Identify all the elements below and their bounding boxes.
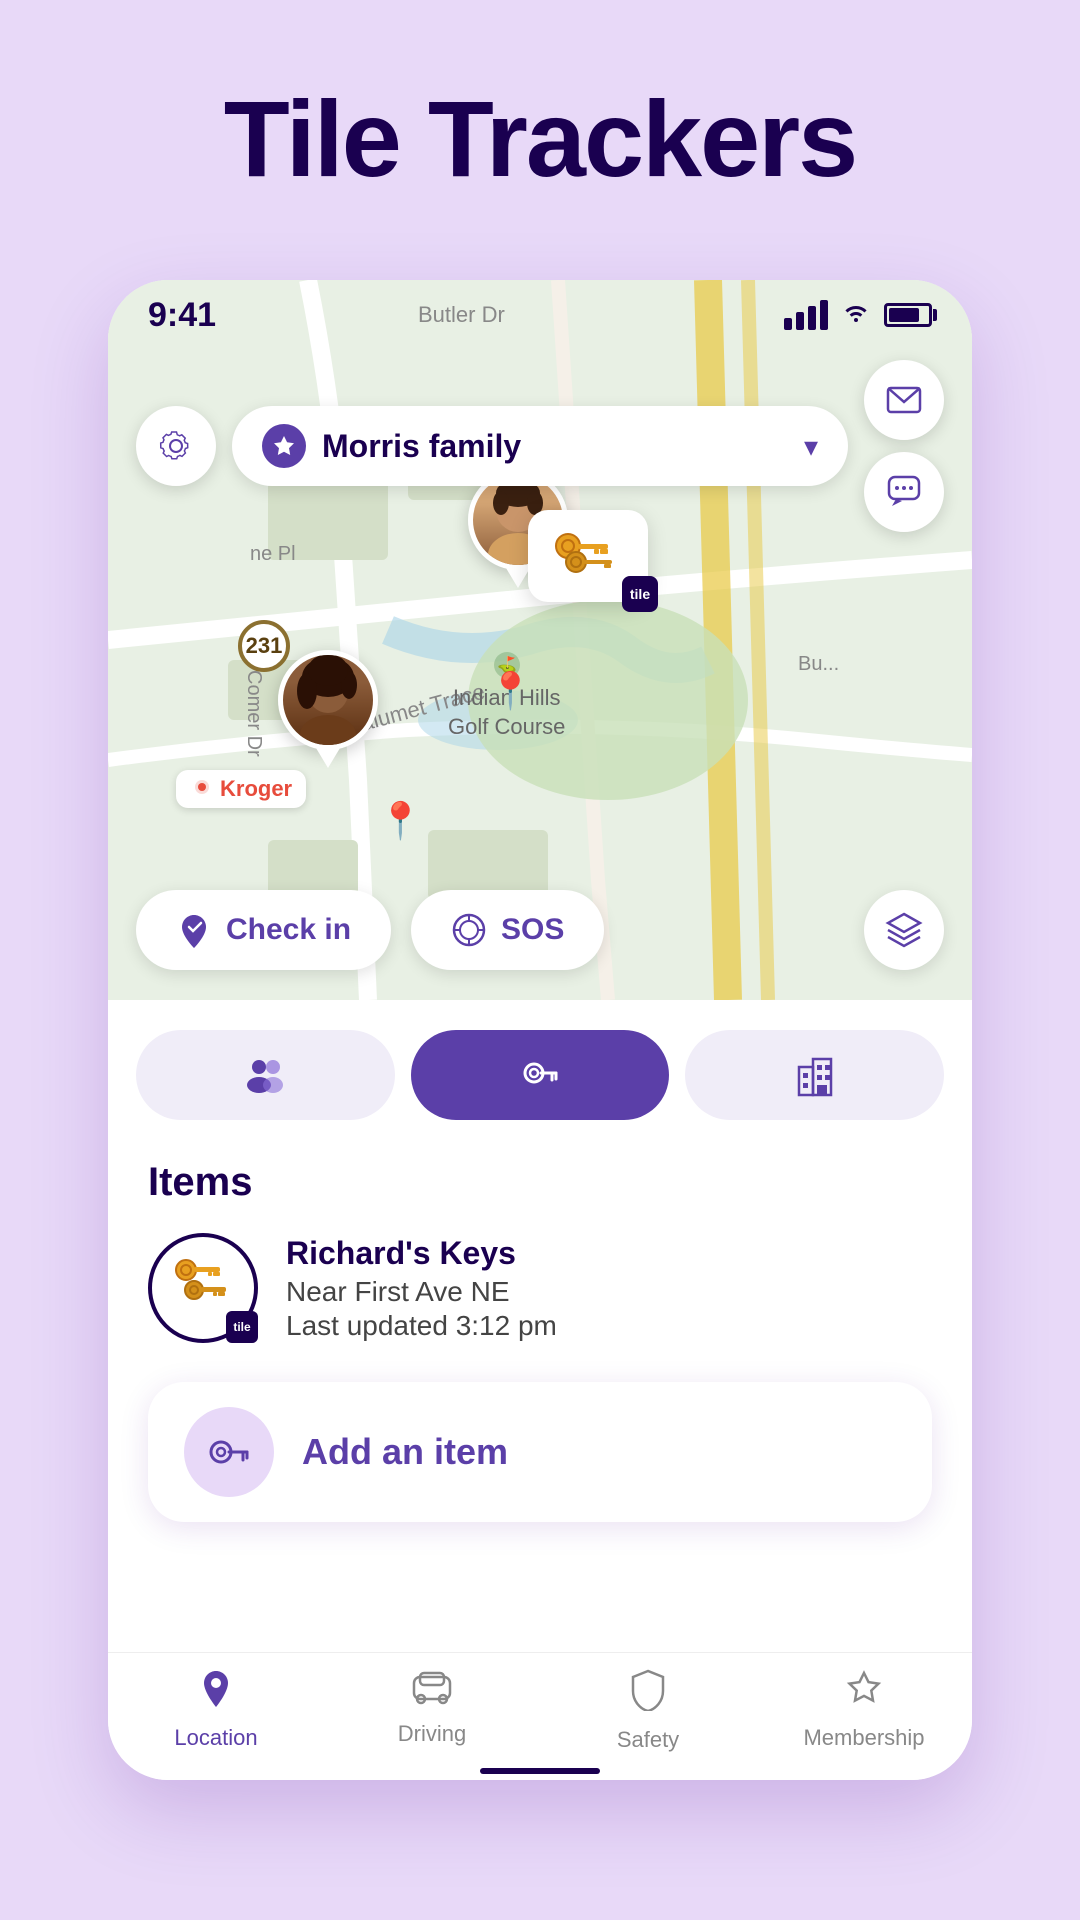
location-nav-icon (198, 1669, 234, 1719)
tile-badge: tile (622, 576, 658, 612)
building-icon (793, 1053, 837, 1097)
membership-nav-icon (844, 1669, 884, 1719)
bottom-panel: Items (108, 1000, 972, 1650)
places-tab[interactable] (685, 1030, 944, 1120)
map-area[interactable]: Butler Dr Calumet Trace Comer Dr ne Pl n… (108, 280, 972, 1000)
top-nav: Morris family ▾ (108, 360, 972, 532)
people-tab[interactable] (136, 1030, 395, 1120)
checkin-button[interactable]: Check in (136, 890, 391, 970)
mail-button[interactable] (864, 360, 944, 440)
battery-icon (884, 303, 932, 327)
kroger-marker: Kroger (176, 770, 306, 808)
item-tile-badge: tile (226, 1311, 258, 1343)
map-bottom-buttons: Check in SOS (108, 890, 972, 970)
add-item-key-icon (203, 1426, 255, 1478)
chat-icon (886, 474, 922, 510)
settings-button[interactable] (136, 406, 216, 486)
item-last-updated: Last updated 3:12 pm (286, 1310, 557, 1342)
status-icons (784, 299, 932, 331)
location-pin-2: 📍 (378, 800, 423, 842)
location-nav-label: Location (174, 1725, 257, 1751)
wifi-icon (840, 299, 872, 331)
svg-text:Comer Dr: Comer Dr (243, 670, 265, 757)
family-name-label: Morris family (322, 428, 788, 465)
item-info: Richard's Keys Near First Ave NE Last up… (286, 1235, 557, 1342)
safety-nav-icon (629, 1669, 667, 1721)
table-row[interactable]: tile Richard's Keys Near First Ave NE La… (148, 1233, 932, 1343)
chat-button[interactable] (864, 452, 944, 532)
people-icon (243, 1053, 287, 1097)
item-location: Near First Ave NE (286, 1276, 557, 1308)
driving-nav-label: Driving (398, 1721, 466, 1747)
status-bar: 9:41 (108, 280, 972, 350)
mail-icon (886, 386, 922, 414)
checkin-icon (176, 912, 212, 948)
key-icon-active (518, 1053, 562, 1097)
add-item-icon-wrapper (184, 1407, 274, 1497)
item-name: Richard's Keys (286, 1235, 557, 1272)
driving-nav-icon (410, 1669, 454, 1715)
page-title: Tile Trackers (0, 0, 1080, 199)
right-nav-buttons (864, 360, 944, 532)
status-time: 9:41 (148, 296, 216, 335)
keys-icon (548, 526, 628, 586)
add-item-card[interactable]: Add an item (148, 1382, 932, 1522)
phone-frame: Butler Dr Calumet Trace Comer Dr ne Pl n… (108, 280, 972, 1780)
add-item-label: Add an item (302, 1431, 508, 1473)
safety-nav-label: Safety (617, 1727, 679, 1753)
sos-button[interactable]: SOS (411, 890, 604, 970)
item-icon-wrapper: tile (148, 1233, 258, 1343)
bottom-nav-bar: Location Driving Safety (108, 1652, 972, 1780)
nav-indicator (480, 1768, 600, 1774)
nav-item-driving[interactable]: Driving (324, 1669, 540, 1747)
layers-icon (884, 910, 924, 950)
woman-avatar-image (283, 655, 373, 745)
sos-icon (451, 912, 487, 948)
tab-row (108, 1000, 972, 1130)
woman-avatar-pin (278, 650, 378, 768)
gear-icon (158, 428, 194, 464)
nav-item-location[interactable]: Location (108, 1669, 324, 1751)
family-selector[interactable]: Morris family ▾ (232, 406, 848, 486)
location-pin-1: 📍 (488, 670, 533, 712)
tracker-tab[interactable] (411, 1030, 670, 1120)
membership-nav-label: Membership (803, 1725, 924, 1751)
chevron-down-icon: ▾ (804, 430, 818, 463)
nav-item-safety[interactable]: Safety (540, 1669, 756, 1753)
nav-item-membership[interactable]: Membership (756, 1669, 972, 1751)
items-section: Items (108, 1130, 972, 1363)
items-title: Items (148, 1160, 932, 1205)
signal-bars-icon (784, 300, 828, 330)
layers-button[interactable] (864, 890, 944, 970)
svg-text:ne Pl: ne Pl (250, 543, 296, 565)
svg-text:Bu...: Bu... (798, 653, 839, 675)
family-star-icon (262, 424, 306, 468)
